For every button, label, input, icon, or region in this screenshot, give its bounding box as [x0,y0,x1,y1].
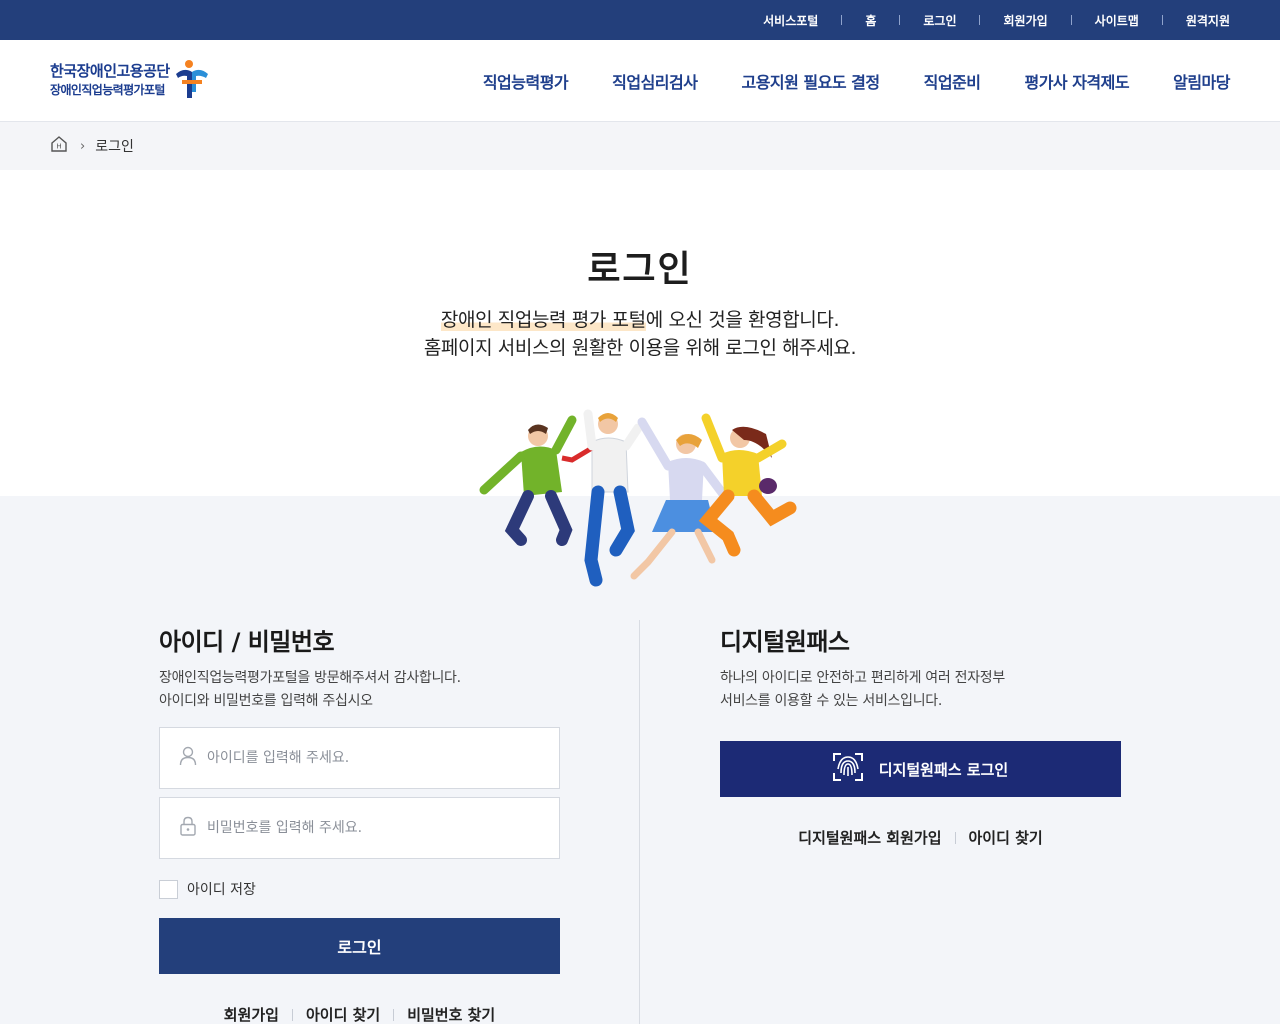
breadcrumb-current: 로그인 [95,139,134,155]
util-join[interactable]: 회원가입 [1003,12,1047,29]
save-id-row[interactable]: 아이디 저장 [159,879,560,899]
logo-mark-icon [174,58,210,104]
save-id-checkbox[interactable] [159,879,178,899]
page-title: 로그인 [587,249,693,290]
digital-onepass-login-label: 디지털원패스 로그인 [878,760,1009,779]
find-password-link[interactable]: 비밀번호 찾기 [407,1004,495,1024]
nav-psych-test[interactable]: 직업심리검사 [612,69,698,93]
util-login[interactable]: 로그인 [923,12,956,29]
id-login-desc-line-2: 아이디와 비밀번호를 입력해 주십시오 [159,693,373,709]
divider [954,831,956,844]
divider [899,15,901,25]
id-input[interactable] [207,750,527,766]
home-icon-letter: H [56,143,61,151]
logo-sub-text: 장애인직업능력평가포털 [50,82,165,97]
digital-onepass-login-button[interactable]: 디지털원패스 로그인 [720,741,1121,797]
login-button[interactable]: 로그인 [159,918,560,974]
chevron-right-icon: › [80,138,86,154]
header: 한국장애인고용공단 장애인직업능력평가포털 직업능력평가 직업심리검사 고용지원… [0,40,1280,122]
main-nav: 직업능력평가 직업심리검사 고용지원 필요도 결정 직업준비 평가사 자격제도 … [439,69,1231,93]
password-input[interactable] [207,820,527,836]
home-icon[interactable]: H [50,135,68,157]
divider [1161,15,1163,25]
nav-support-need[interactable]: 고용지원 필요도 결정 [741,69,880,93]
divider [1070,15,1072,25]
digital-onepass-desc-line-1: 하나의 아이디로 안전하고 편리하게 여러 전자정부 [720,670,1005,686]
fingerprint-icon [832,753,879,785]
util-remote-support[interactable]: 원격지원 [1186,12,1230,29]
breadcrumb: H › 로그인 [0,122,1280,170]
util-service-portal[interactable]: 서비스포털 [763,12,818,29]
find-id-link[interactable]: 아이디 찾기 [306,1004,380,1024]
digital-onepass-panel: 디지털원패스 하나의 아이디로 안전하고 편리하게 여러 전자정부 서비스를 이… [720,622,1121,848]
jumping-people-illustration [476,400,806,595]
nav-evaluator-cert[interactable]: 평가사 자격제도 [1024,69,1129,93]
digital-onepass-desc: 하나의 아이디로 안전하고 편리하게 여러 전자정부 서비스를 이용할 수 있는… [720,667,1121,713]
nav-vocational-evaluation[interactable]: 직업능력평가 [483,69,569,93]
divider [393,1008,395,1021]
id-login-desc: 장애인직업능력평가포털을 방문해주셔서 감사합니다. 아이디와 비밀번호를 입력… [159,667,560,713]
divider [979,15,981,25]
digital-onepass-join-link[interactable]: 디지털원패스 회원가입 [798,827,941,848]
divider [291,1008,293,1021]
welcome-line-1-rest: 에 오신 것을 환영합니다. [645,309,840,331]
id-field[interactable] [159,727,560,789]
panel-divider [639,620,640,1024]
password-field[interactable] [159,797,560,859]
welcome-line-2: 홈페이지 서비스의 원활한 이용을 위해 로그인 해주세요. [423,337,857,359]
welcome-line-1: 장애인 직업능력 평가 포털에 오신 것을 환영합니다. [0,306,1280,334]
id-password-panel: 아이디 / 비밀번호 장애인직업능력평가포털을 방문해주셔서 감사합니다. 아이… [159,622,560,1024]
digital-onepass-desc-line-2: 서비스를 이용할 수 있는 서비스입니다. [720,693,943,709]
user-icon [179,746,197,770]
util-home[interactable]: 홈 [865,12,876,29]
id-login-desc-line-1: 장애인직업능력평가포털을 방문해주셔서 감사합니다. [159,670,461,686]
digital-onepass-links: 디지털원패스 회원가입 아이디 찾기 [720,827,1121,848]
util-sitemap[interactable]: 사이트맵 [1095,12,1139,29]
digital-onepass-find-id-link[interactable]: 아이디 찾기 [969,827,1043,848]
nav-notice[interactable]: 알림마당 [1173,69,1230,93]
utility-bar: 서비스포털 홈 로그인 회원가입 사이트맵 원격지원 [0,0,1280,40]
join-link[interactable]: 회원가입 [224,1004,279,1024]
digital-onepass-title: 디지털원패스 [720,628,850,656]
divider [841,15,843,25]
id-login-title: 아이디 / 비밀번호 [159,628,335,656]
site-logo[interactable]: 한국장애인고용공단 장애인직업능력평가포털 [50,58,410,104]
nav-job-prep[interactable]: 직업준비 [924,69,981,93]
account-links: 회원가입 아이디 찾기 비밀번호 찾기 [159,1004,560,1024]
save-id-label: 아이디 저장 [187,882,256,898]
logo-main-text: 한국장애인고용공단 [50,62,170,81]
logo-text: 한국장애인고용공단 장애인직업능력평가포털 [50,63,170,97]
welcome-highlight: 장애인 직업능력 평가 포털 [440,309,646,331]
lock-icon [179,816,197,840]
